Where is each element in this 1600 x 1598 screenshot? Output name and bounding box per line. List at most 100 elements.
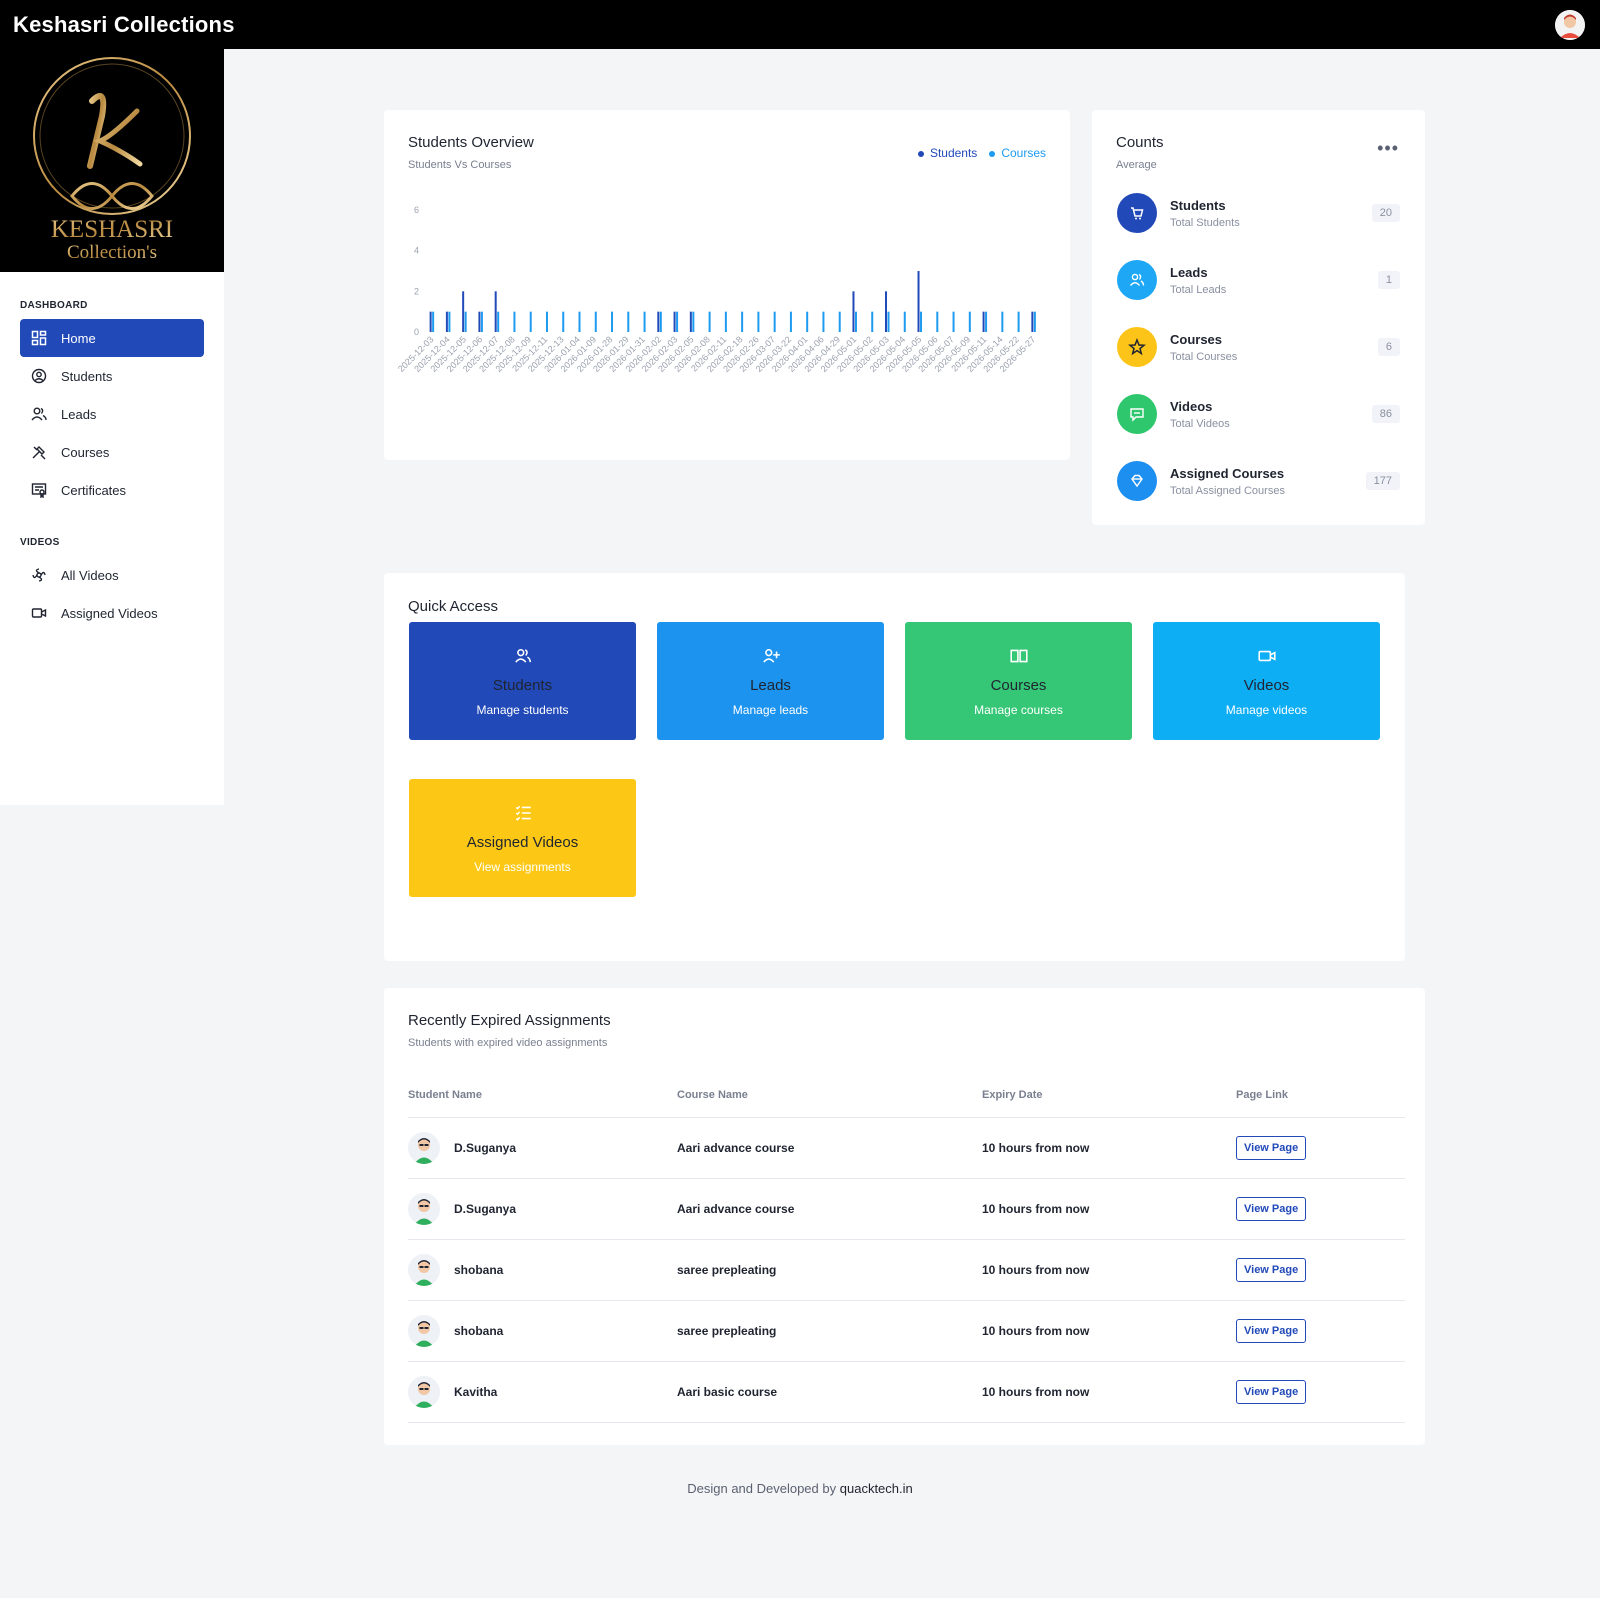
brand-title[interactable]: Keshasri Collections <box>13 12 235 38</box>
bar-students-2026-02-05[interactable] <box>689 311 692 332</box>
bar-courses-2025-12-13[interactable] <box>562 311 565 332</box>
expired-assignments-card: Recently Expired Assignments Students wi… <box>384 988 1425 1445</box>
quick-tile-videos[interactable]: Videos Manage videos <box>1153 622 1380 740</box>
quick-tile-courses[interactable]: Courses Manage courses <box>905 622 1132 740</box>
bar-courses-2025-12-06[interactable] <box>480 311 483 332</box>
count-item-students[interactable]: Students Total Students 20 <box>1117 192 1400 234</box>
bar-courses-2026-05-14[interactable] <box>1001 311 1004 332</box>
bar-courses-2026-03-07[interactable] <box>773 311 776 332</box>
bar-courses-2025-12-04[interactable] <box>448 311 451 332</box>
count-name: Leads <box>1170 264 1208 280</box>
company-logo[interactable]: KESHASRI Collection's <box>0 49 224 272</box>
count-item-assigned-courses[interactable]: Assigned Courses Total Assigned Courses 17… <box>1117 460 1400 502</box>
sidebar-item-certificates[interactable]: Certificates <box>20 471 204 509</box>
view-page-button[interactable]: View Page <box>1236 1135 1307 1160</box>
bar-students-2026-02-03[interactable] <box>673 311 676 332</box>
course-name: Aari advance course <box>677 1178 982 1240</box>
bar-students-2025-12-05[interactable] <box>462 291 465 332</box>
student-avatar-icon <box>408 1314 440 1347</box>
diamond-icon <box>1117 461 1157 501</box>
bar-students-2026-05-03[interactable] <box>885 291 887 332</box>
bar-courses-2026-05-05[interactable] <box>920 311 923 332</box>
view-page-button[interactable]: View Page <box>1236 1379 1307 1404</box>
bar-courses-2026-05-03[interactable] <box>887 311 890 332</box>
quick-tile-students[interactable]: Students Manage students <box>409 622 636 740</box>
bar-courses-2026-05-01[interactable] <box>854 311 857 332</box>
sidebar-item-home[interactable]: Home <box>20 319 204 357</box>
bar-students-2025-12-06[interactable] <box>478 311 481 332</box>
sidebar-item-leads[interactable]: Leads <box>20 395 204 433</box>
user-avatar[interactable] <box>1555 9 1585 40</box>
bar-courses-2026-05-06[interactable] <box>936 311 939 332</box>
sidebar-item-label: Assigned Videos <box>61 605 158 621</box>
bar-courses-2025-12-11[interactable] <box>545 311 548 332</box>
student-avatar-icon <box>408 1375 440 1408</box>
view-page-button[interactable]: View Page <box>1236 1196 1307 1221</box>
bar-courses-2026-03-22[interactable] <box>789 311 792 332</box>
bar-courses-2026-04-06[interactable] <box>822 311 825 332</box>
sidebar-item-students[interactable]: Students <box>20 357 204 395</box>
bar-students-2025-12-04[interactable] <box>445 311 448 332</box>
bar-courses-2026-05-04[interactable] <box>903 311 906 332</box>
bar-courses-2025-12-05[interactable] <box>464 311 467 332</box>
users-icon <box>1117 260 1157 300</box>
bar-students-2025-12-07[interactable] <box>494 291 497 332</box>
video-icon <box>29 603 49 623</box>
expiry-date: 10 hours from now <box>982 1178 1236 1240</box>
bar-courses-2026-01-09[interactable] <box>594 311 597 332</box>
bar-courses-2026-02-05[interactable] <box>692 311 695 332</box>
quick-tile-assigned-videos[interactable]: Assigned Videos View assignments <box>409 779 636 897</box>
bar-courses-2026-02-08[interactable] <box>708 311 711 332</box>
view-page-button[interactable]: View Page <box>1236 1318 1307 1343</box>
bar-courses-2026-04-29[interactable] <box>838 311 841 332</box>
bar-courses-2026-02-02[interactable] <box>659 311 662 332</box>
bar-courses-2026-05-11[interactable] <box>985 311 988 332</box>
bar-courses-2025-12-08[interactable] <box>513 311 516 332</box>
bar-courses-2026-02-11[interactable] <box>724 311 727 332</box>
quick-tile-leads[interactable]: Leads Manage leads <box>657 622 884 740</box>
bar-courses-2026-05-07[interactable] <box>952 311 955 332</box>
table-row: shobana saree prepleating 10 hours from no… <box>408 1300 1405 1362</box>
sidebar-item-assigned-videos[interactable]: Assigned Videos <box>20 594 204 632</box>
legend-courses[interactable]: Courses <box>989 146 1046 160</box>
count-item-leads[interactable]: Leads Total Leads 1 <box>1117 259 1400 301</box>
bar-courses-2026-01-04[interactable] <box>578 311 581 332</box>
bar-courses-2026-02-18[interactable] <box>741 311 744 332</box>
bar-courses-2026-05-09[interactable] <box>968 311 971 332</box>
more-options-icon[interactable]: ••• <box>1377 138 1399 159</box>
student-info: shobana <box>408 1253 677 1286</box>
expired-subtitle: Students with expired video assignments <box>408 1037 608 1049</box>
sidebar-item-courses[interactable]: Courses <box>20 433 204 471</box>
count-desc: Total Students <box>1170 216 1240 229</box>
tile-desc: Manage courses <box>974 702 1063 717</box>
bar-students-2026-05-11[interactable] <box>982 311 985 332</box>
bar-courses-2026-01-31[interactable] <box>643 311 646 332</box>
bar-courses-2026-05-02[interactable] <box>871 311 874 332</box>
bar-courses-2026-02-03[interactable] <box>676 311 679 332</box>
sidebar-item-all-videos[interactable]: All Videos <box>20 556 204 594</box>
bar-courses-2026-05-27[interactable] <box>1033 311 1036 332</box>
view-page-button[interactable]: View Page <box>1236 1257 1307 1282</box>
bar-courses-2025-12-03[interactable] <box>432 311 435 332</box>
tile-name: Students <box>492 676 553 694</box>
bar-students-2026-05-27[interactable] <box>1031 311 1034 332</box>
bar-courses-2025-12-09[interactable] <box>529 311 532 332</box>
bar-students-2026-02-02[interactable] <box>657 311 660 332</box>
footer-company-link[interactable]: quacktech.in <box>840 1481 913 1496</box>
bar-courses-2026-05-22[interactable] <box>1017 311 1020 332</box>
user-plus-icon <box>761 646 781 671</box>
count-item-courses[interactable]: Courses Total Courses 6 <box>1117 326 1400 368</box>
course-name: saree prepleating <box>677 1300 982 1362</box>
bar-students-2026-05-01[interactable] <box>852 291 855 332</box>
bar-courses-2026-01-29[interactable] <box>627 311 630 332</box>
nav-list-dashboard: Home Students Leads Courses Certificates <box>0 319 224 509</box>
count-item-videos[interactable]: Videos Total Videos 86 <box>1117 393 1400 435</box>
legend-students[interactable]: Students <box>917 146 977 160</box>
bar-students-2025-12-03[interactable] <box>429 311 432 332</box>
bar-students-2026-05-05[interactable] <box>917 271 920 332</box>
bar-courses-2026-04-01[interactable] <box>806 311 809 332</box>
bar-courses-2026-01-28[interactable] <box>611 311 614 332</box>
bar-courses-2026-02-26[interactable] <box>757 311 760 332</box>
tile-name: Videos <box>1243 676 1290 694</box>
bar-courses-2025-12-07[interactable] <box>497 311 500 332</box>
